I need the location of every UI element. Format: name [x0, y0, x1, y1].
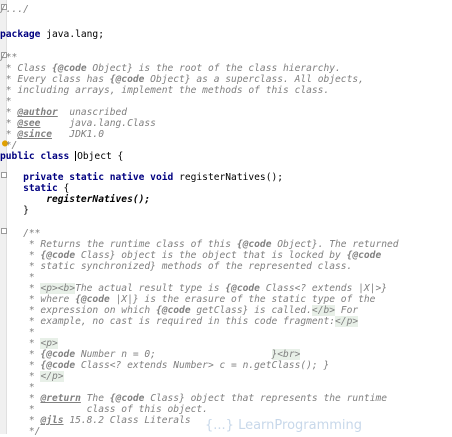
code-line: */: [0, 426, 41, 437]
watermark: {...} LearnProgramming: [205, 418, 363, 433]
code-line: * static synchronized} methods of the re…: [0, 261, 353, 272]
code-line: * {@code Class<? extends Number> c = n.g…: [0, 360, 330, 371]
code-line: *: [0, 96, 12, 107]
code-line: * @jls 15.8.2 Class Literals: [0, 415, 191, 426]
code-line: private static native void registerNativ…: [0, 172, 284, 183]
code-line: * @author unascribed: [0, 107, 128, 118]
code-line: /.../: [0, 4, 29, 15]
code-line: /**: [0, 52, 18, 63]
code-line: * @return The {@code Class} object that …: [0, 393, 388, 404]
code-line: * <p><b>The actual result type is {@code…: [0, 283, 388, 294]
code-line: *: [0, 272, 35, 283]
code-line: *: [0, 382, 35, 393]
code-line: * Returns the runtime class of this {@co…: [0, 239, 399, 250]
code-line: * <p>: [0, 338, 58, 349]
code-line: public class Object {: [0, 151, 124, 162]
code-line: * expression on which {@code getClass} i…: [0, 305, 359, 316]
code-line: * Every class has {@code Object} as a su…: [0, 74, 364, 85]
code-editor[interactable]: ● /.../ package java.lang; /** * Class {…: [0, 0, 452, 437]
code-line: * Class {@code Object} is the root of th…: [0, 63, 341, 74]
code-line: /**: [0, 228, 41, 239]
code-line: * @see java.lang.Class: [0, 118, 156, 129]
code-line: *: [0, 327, 35, 338]
code-line: * class of this object.: [0, 404, 208, 415]
code-line: static {: [0, 183, 70, 194]
code-line: */: [0, 140, 18, 151]
code-line: * @since JDK1.0: [0, 129, 104, 140]
code-line: * {@code Number n = 0; }<br>: [0, 349, 301, 360]
code-line: }: [0, 205, 29, 216]
code-line: * {@code Class} object is the object tha…: [0, 250, 382, 261]
code-line: * </p>: [0, 371, 64, 382]
code-line: package java.lang;: [0, 29, 104, 40]
code-line: * including arrays, implement the method…: [0, 85, 330, 96]
code-line: registerNatives();: [0, 194, 151, 205]
code-line: * where {@code |X|} is the erasure of th…: [0, 294, 376, 305]
code-line: * example, no cast is required in this c…: [0, 316, 359, 327]
